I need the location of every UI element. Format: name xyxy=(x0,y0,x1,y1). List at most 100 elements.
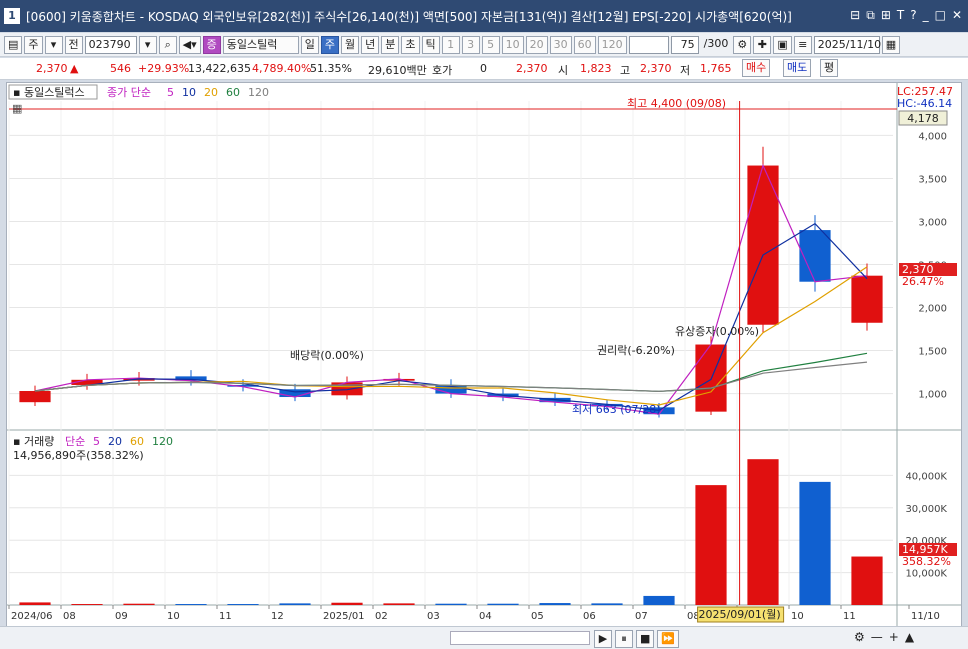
search-icon[interactable]: ⌕ xyxy=(158,35,177,54)
close-icon[interactable]: ✕ xyxy=(952,8,962,23)
price-ma-period: 10 xyxy=(182,86,196,99)
low-label: 저 xyxy=(680,64,691,77)
high-price: 2,370 xyxy=(640,62,672,75)
font-icon[interactable]: T xyxy=(897,8,904,23)
interval-30[interactable]: 30 xyxy=(549,35,572,54)
hoga-label: 호가 xyxy=(432,64,453,77)
maximize-icon[interactable]: □ xyxy=(935,8,946,23)
scroll-bar[interactable]: ▶ ⏸ ■ ⏩ ⚙ — + ▲ xyxy=(0,626,968,649)
tab-second[interactable]: 초 xyxy=(401,35,420,54)
offering-annotation: 유상증자(0.00%) xyxy=(675,325,759,338)
interval-20[interactable]: 20 xyxy=(525,35,548,54)
tab-month[interactable]: 월 xyxy=(341,35,360,54)
price-change: 546 xyxy=(110,62,131,75)
fast-forward-icon[interactable]: ⏩ xyxy=(657,630,680,648)
high-annotation: 최고 4,400 (09/08) xyxy=(627,97,726,110)
volume-bar xyxy=(279,603,311,605)
interval-3[interactable]: 3 xyxy=(461,35,480,54)
candle xyxy=(851,275,883,323)
settings-icon[interactable]: ≡ xyxy=(793,35,812,54)
all-button[interactable]: 전 xyxy=(64,35,83,54)
volume-axis-label: 30,000K xyxy=(905,504,947,515)
save-icon[interactable]: ▣ xyxy=(773,35,792,54)
minimize-icon[interactable]: _ xyxy=(923,8,929,23)
volume-bar xyxy=(643,595,675,605)
window-number-badge: 1 xyxy=(4,8,20,24)
date-input[interactable]: 2025/11/10 xyxy=(813,35,881,54)
price-axis-label: 2,000 xyxy=(918,304,947,315)
volume-bar xyxy=(175,604,207,605)
interval-5[interactable]: 5 xyxy=(481,35,500,54)
volume-bar xyxy=(383,603,415,605)
crosshair-icon[interactable]: ✚ xyxy=(753,35,772,54)
x-axis-label: 12 xyxy=(271,611,284,622)
volume-ma-label: 단순 xyxy=(65,435,85,448)
scroll-track[interactable] xyxy=(450,631,590,645)
evaluate-button[interactable]: 평 xyxy=(820,59,839,77)
price-axis-label: 1,000 xyxy=(918,390,947,401)
x-axis-label: 06 xyxy=(583,611,596,622)
trade-amount: 29,610백만 xyxy=(368,64,427,77)
up-arrow-icon: ▲ xyxy=(70,62,79,75)
price-ma-period: 5 xyxy=(167,86,174,99)
price-legend-name: ▪ 동일스틸럭스 xyxy=(13,85,85,99)
volume-axis-label: 10,000K xyxy=(905,569,947,580)
high-label: 고 xyxy=(620,64,631,77)
price-ma-line xyxy=(34,163,868,415)
interval-60[interactable]: 60 xyxy=(573,35,596,54)
count-total: /300 xyxy=(703,36,729,50)
chart-toolbar: ▤ 주 ▾ 전 023790 ▾ ⌕ ◀▾ 증 동일스틸럭 일 주 월 년 분 … xyxy=(0,33,968,57)
volume-bar xyxy=(851,556,883,605)
period-dropdown-icon[interactable]: ▾ xyxy=(44,35,63,54)
interval-120[interactable]: 120 xyxy=(597,35,627,54)
pause-icon[interactable]: ⏸ xyxy=(615,630,633,648)
code-dropdown-icon[interactable]: ▾ xyxy=(138,35,157,54)
help-icon[interactable]: ? xyxy=(910,8,916,23)
volume-ma-period: 60 xyxy=(130,435,144,448)
restore-icon[interactable]: ⧉ xyxy=(866,8,875,23)
interval-custom-input[interactable] xyxy=(628,35,669,54)
menu-icon[interactable]: ▤ xyxy=(4,35,23,54)
volume-ma-period: 120 xyxy=(152,435,173,448)
stock-code-input[interactable]: 023790 xyxy=(84,35,137,54)
period-select[interactable]: 주 xyxy=(24,35,43,54)
tile-icon[interactable]: ⊟ xyxy=(850,8,860,23)
interval-1[interactable]: 1 xyxy=(441,35,460,54)
volume-bar xyxy=(227,604,259,605)
tab-year[interactable]: 년 xyxy=(361,35,380,54)
stop-icon[interactable]: ■ xyxy=(636,630,655,648)
x-axis-label: 09 xyxy=(115,611,128,622)
zoom-out-icon[interactable]: — xyxy=(871,630,883,644)
price-change-pct: +29.93% xyxy=(138,62,190,75)
chart-settings-icon[interactable]: ⚙ xyxy=(854,630,865,644)
candle xyxy=(331,382,363,396)
volume-bar xyxy=(123,603,155,605)
x-axis-label: 11 xyxy=(219,611,232,622)
tab-tick[interactable]: 틱 xyxy=(421,35,440,54)
tool-icon[interactable]: ⚙ xyxy=(733,35,752,54)
layout-icon[interactable]: ⊞ xyxy=(881,8,891,23)
stock-chart-svg[interactable]: 4,0003,5003,0002,5002,0001,5001,00040,00… xyxy=(7,83,961,626)
expand-icon[interactable]: ▲ xyxy=(905,630,914,644)
price-ma-period: 60 xyxy=(226,86,240,99)
interval-10[interactable]: 10 xyxy=(501,35,524,54)
volume-bar xyxy=(695,485,727,605)
scroll-right-icon[interactable]: ▶ xyxy=(594,630,612,648)
tab-day[interactable]: 일 xyxy=(300,35,319,54)
x-axis-label: 07 xyxy=(635,611,648,622)
speaker-icon[interactable]: ◀▾ xyxy=(178,35,201,54)
calendar-icon[interactable]: ▦ xyxy=(881,35,901,54)
x-axis-label: 2025/01 xyxy=(323,611,365,622)
tab-week[interactable]: 주 xyxy=(320,35,340,54)
quote-bar: 2,370 ▲ 546 +29.93% 13,422,635 4,789.40%… xyxy=(0,58,968,80)
chart-area[interactable]: 4,0003,5003,0002,5002,0001,5001,00040,00… xyxy=(6,82,962,627)
window-controls: ⊟ ⧉ ⊞ T ? _ □ ✕ xyxy=(850,8,962,23)
tab-minute[interactable]: 분 xyxy=(381,35,400,54)
price-axis-label: 3,500 xyxy=(918,174,947,185)
zoom-in-icon[interactable]: + xyxy=(889,630,899,644)
buy-button[interactable]: 매수 xyxy=(742,59,771,77)
volume-bar xyxy=(591,603,623,605)
stock-name[interactable]: 동일스틸럭 xyxy=(222,35,299,54)
count-input[interactable]: 75 xyxy=(670,35,699,54)
sell-button[interactable]: 매도 xyxy=(783,59,812,77)
